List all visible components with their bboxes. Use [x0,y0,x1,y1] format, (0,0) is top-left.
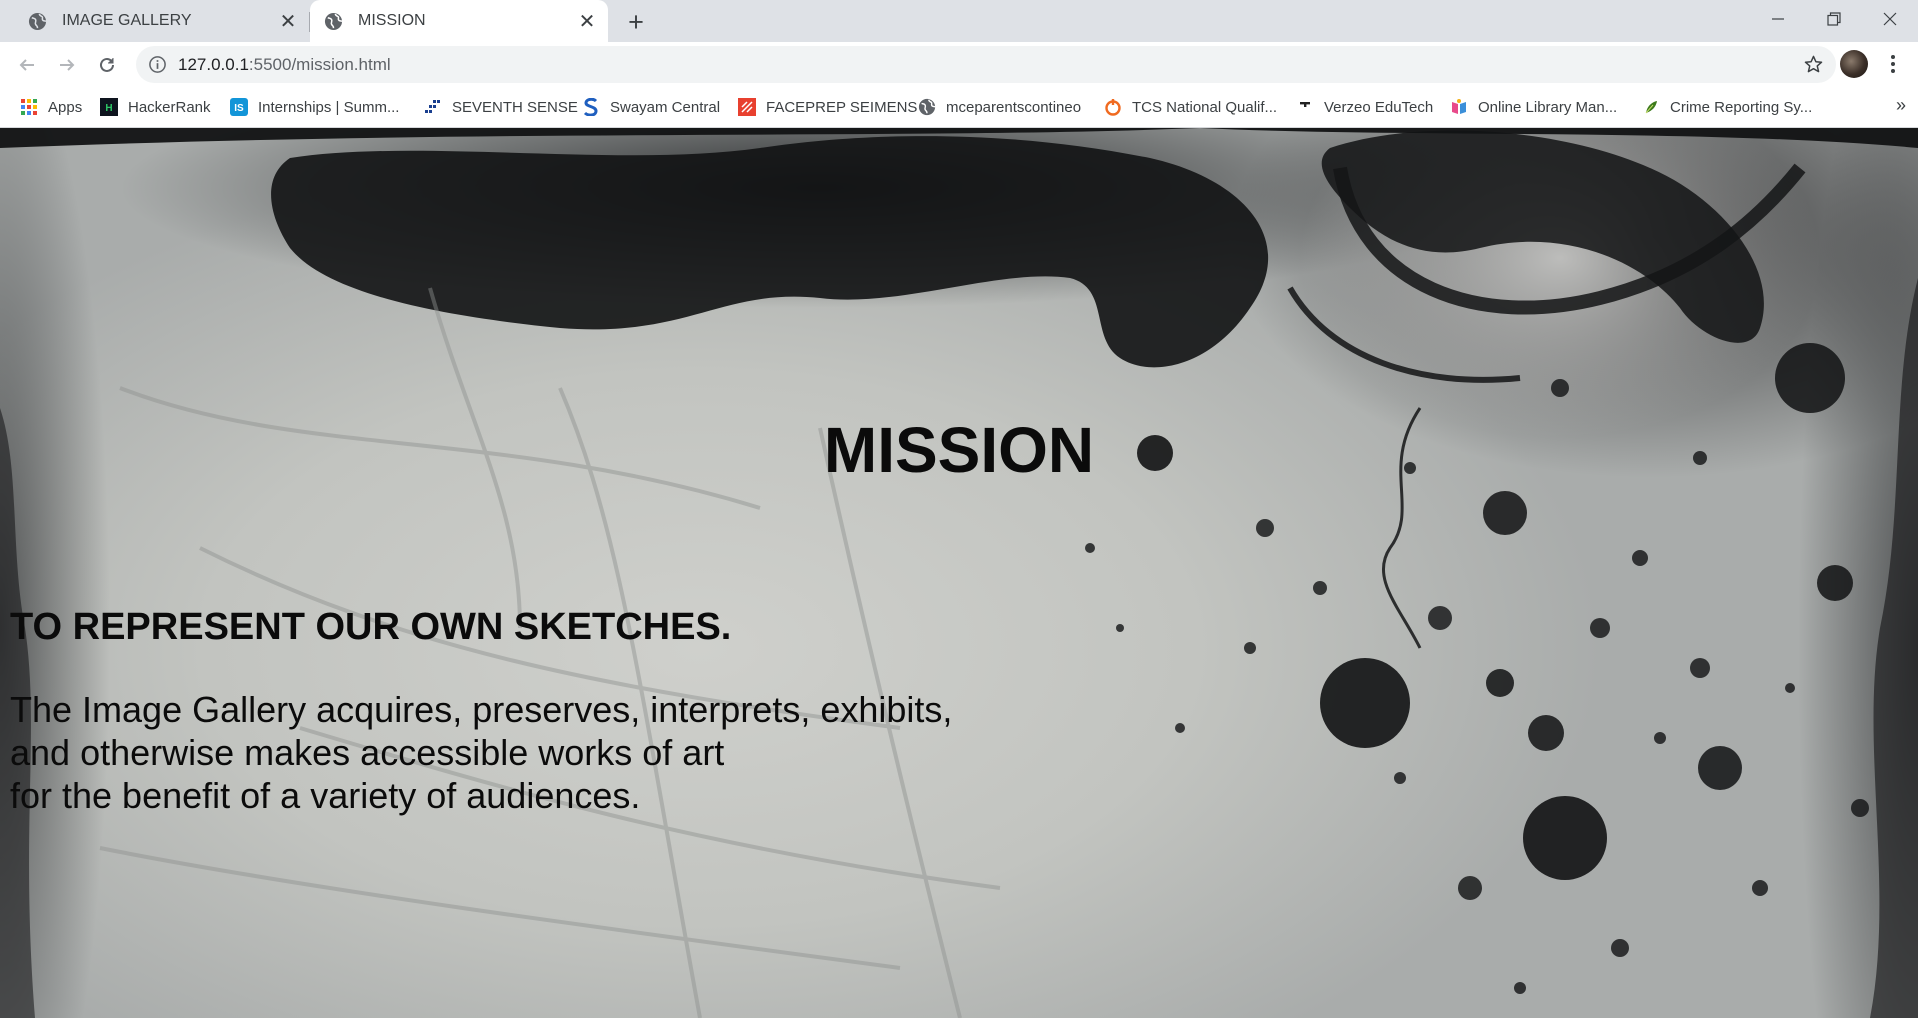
leaf-icon [1642,98,1660,116]
mission-paragraph: The Image Gallery acquires, preserves, i… [10,688,952,817]
back-button[interactable] [10,48,44,82]
bookmark-seventh-sense[interactable]: SEVENTH SENSE [424,87,578,127]
bookmark-label: mceparentscontineo [946,98,1082,116]
bookmark-label: Swayam Central [610,98,721,116]
seventh-sense-icon [424,98,442,116]
star-icon[interactable] [1803,54,1824,75]
bookmark-label: Crime Reporting Sy... [1670,98,1813,116]
bookmark-label: TCS National Qualif... [1132,98,1278,116]
bookmarks-bar: Apps H HackerRank IS Internships | Summ.… [0,87,1918,128]
page-content: MISSION TO REPRESENT OUR OWN SKETCHES. T… [0,128,1918,1018]
swayam-icon [582,98,600,116]
minimize-icon[interactable] [1750,0,1806,38]
close-icon[interactable]: ✕ [275,8,301,34]
window-close-icon[interactable] [1862,0,1918,38]
bookmark-label: FACEPREP SEIMENS [766,98,918,116]
globe-icon [28,12,47,31]
bookmark-swayam[interactable]: Swayam Central [582,87,720,127]
url-host: 127.0.0.1 [178,55,249,74]
tab-title: MISSION [358,12,426,29]
page-subtitle: TO REPRESENT OUR OWN SKETCHES. [10,606,732,648]
page-title: MISSION [823,414,1095,486]
avatar[interactable] [1840,50,1868,78]
bookmark-hackerrank[interactable]: H HackerRank [100,87,211,127]
bookmark-label: HackerRank [128,98,211,116]
background-ink-image [0,128,1918,1018]
hackerrank-icon: H [100,98,118,116]
reload-icon [100,57,114,72]
forward-button[interactable] [50,48,84,82]
verzeo-icon [1296,98,1314,116]
mission-line: for the benefit of a variety of audience… [10,775,641,816]
bookmark-tcs[interactable]: TCS National Qualif... [1104,87,1277,127]
bookmark-label: Online Library Man... [1478,98,1618,116]
restore-icon[interactable] [1806,0,1862,38]
url-path: :5500/mission.html [248,55,391,74]
bookmark-online-library[interactable]: Online Library Man... [1450,87,1617,127]
bookmarks-overflow-button[interactable]: » [1896,95,1906,116]
library-icon [1450,98,1468,116]
mission-line: and otherwise makes accessible works of … [10,732,725,773]
tcs-icon [1104,98,1122,116]
close-icon[interactable]: ✕ [574,8,600,34]
tab-mission[interactable]: MISSION ✕ [310,0,608,42]
info-icon[interactable] [148,55,167,74]
faceprep-icon [738,98,756,116]
bookmark-apps[interactable]: Apps [20,87,82,127]
bookmark-label: Apps [48,98,83,116]
bookmark-mceparentscontineo[interactable]: mceparentscontineo [918,87,1081,127]
bookmark-internships[interactable]: IS Internships | Summ... [230,87,399,127]
internshala-icon: IS [230,98,248,116]
svg-text:IS: IS [234,103,244,114]
globe-icon [918,98,936,116]
address-bar[interactable]: 127.0.0.1:5500/mission.html [136,46,1836,83]
tab-title: IMAGE GALLERY [62,12,192,29]
tab-image-gallery[interactable]: IMAGE GALLERY ✕ [14,0,309,42]
bookmark-crime-reporting[interactable]: Crime Reporting Sy... [1642,87,1812,127]
bookmark-label: Internships | Summ... [258,98,400,116]
more-menu-icon[interactable] [1880,50,1906,78]
svg-text:H: H [105,103,112,114]
arrow-right-icon [60,59,75,71]
bookmark-label: Verzeo EduTech [1324,98,1434,116]
browser-toolbar: 127.0.0.1:5500/mission.html [0,42,1918,87]
globe-icon [324,12,343,31]
apps-grid-icon [20,98,38,116]
mission-line: The Image Gallery acquires, preserves, i… [10,689,953,730]
bookmark-label: SEVENTH SENSE [452,98,578,116]
arrow-left-icon [19,59,34,71]
bookmark-verzeo[interactable]: Verzeo EduTech [1296,87,1433,127]
bookmark-faceprep[interactable]: FACEPREP SEIMENS [738,87,917,127]
url-text[interactable]: 127.0.0.1:5500/mission.html [178,55,391,75]
reload-button[interactable] [90,48,124,82]
new-tab-button[interactable]: + [620,6,652,38]
tab-strip: IMAGE GALLERY ✕ MISSION ✕ + [0,0,1918,42]
